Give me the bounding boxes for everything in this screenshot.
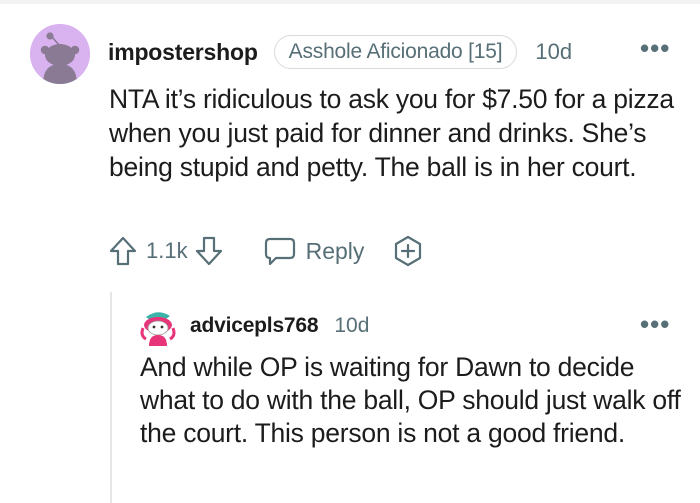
comment-body: NTA it’s ridiculous to ask you for $7.50…: [109, 84, 674, 182]
comment-thread: impostershop Asshole Aficionado [15] 10d…: [0, 0, 700, 503]
timestamp[interactable]: 10d: [334, 314, 369, 338]
username[interactable]: advicepls768: [190, 314, 319, 338]
avatar[interactable]: [30, 24, 90, 84]
award-plus-icon[interactable]: [392, 235, 424, 267]
vote-score: 1.1k: [146, 238, 188, 263]
timestamp[interactable]: 10d: [535, 39, 572, 65]
snoo-avatar-icon: [30, 24, 90, 84]
comment-actions: 1.1k Reply: [108, 232, 424, 270]
reply-button[interactable]: Reply: [264, 236, 365, 266]
snoo-avatar-icon: [140, 312, 176, 346]
downvote-arrow-icon[interactable]: [194, 235, 224, 267]
reply-header: advicepls768 10d: [190, 312, 369, 340]
comment-header: impostershop Asshole Aficionado [15] 10d: [108, 34, 572, 70]
user-flair: Asshole Aficionado [15]: [273, 35, 518, 69]
more-options-icon[interactable]: •••: [640, 35, 670, 61]
more-options-icon[interactable]: •••: [640, 311, 670, 337]
reply-avatar[interactable]: [140, 306, 176, 346]
upvote-arrow-icon[interactable]: [108, 235, 138, 267]
speech-bubble-icon: [264, 236, 296, 266]
reply-body: And while OP is waiting for Dawn to deci…: [140, 352, 681, 448]
username[interactable]: impostershop: [108, 39, 258, 66]
thread-line[interactable]: [110, 292, 112, 503]
reply-label: Reply: [305, 237, 365, 264]
